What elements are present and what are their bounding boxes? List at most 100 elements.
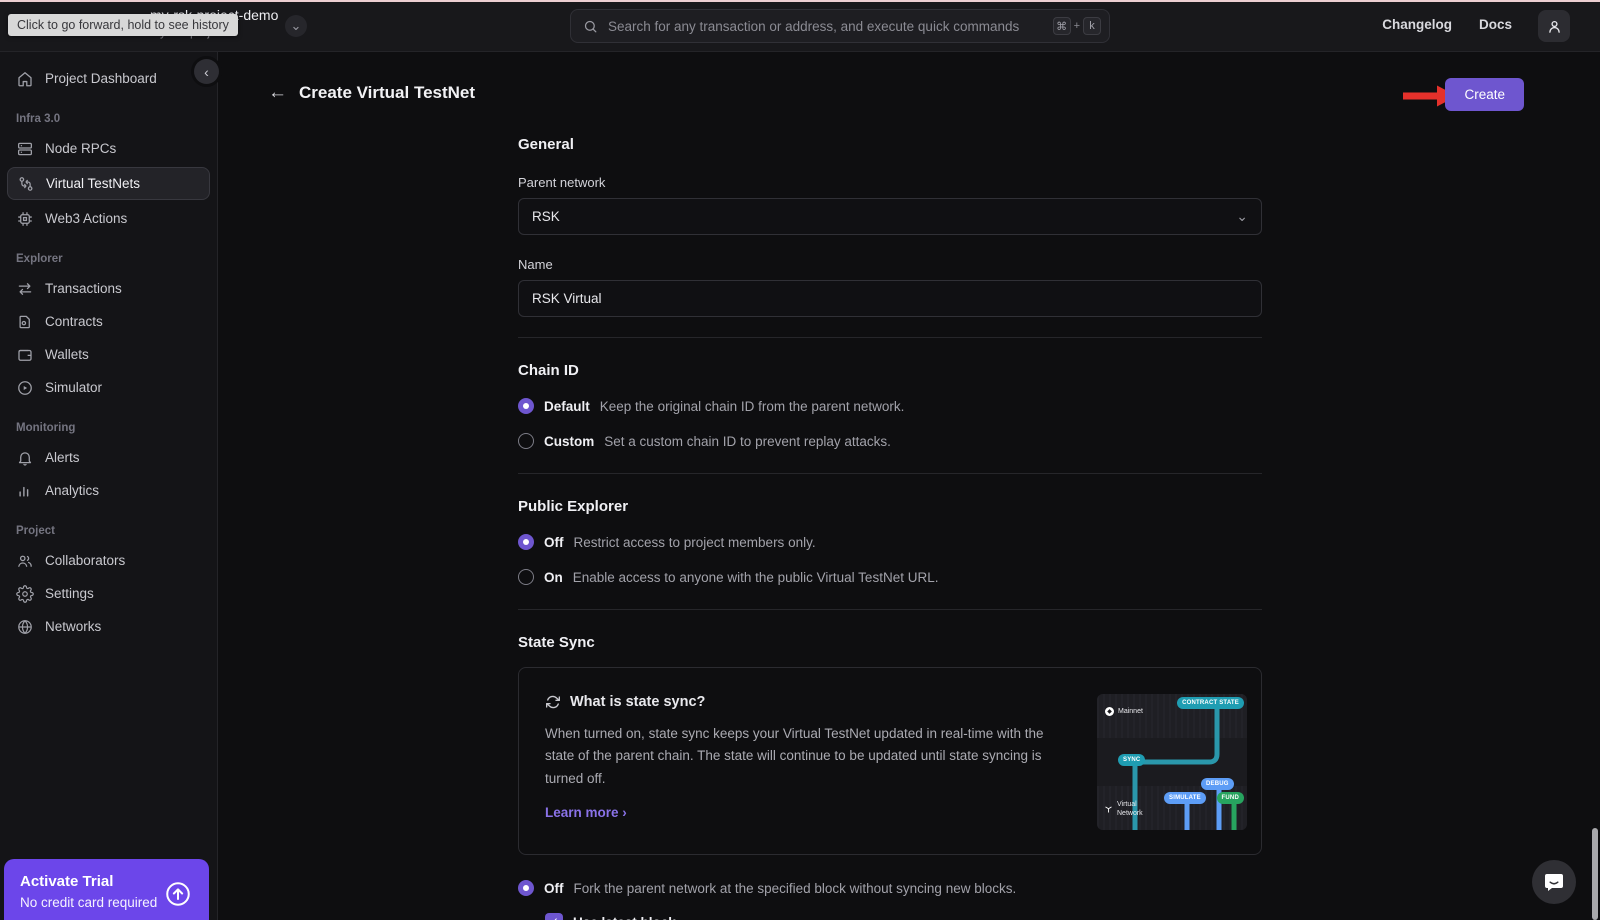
- sidebar-item-networks[interactable]: Networks: [0, 610, 217, 643]
- arrow-up-circle-icon: [163, 879, 193, 914]
- sidebar-section-label: Project: [0, 525, 217, 537]
- plus-sign: +: [1074, 20, 1080, 32]
- changelog-link[interactable]: Changelog: [1382, 17, 1452, 32]
- sidebar-item-label: Collaborators: [45, 553, 125, 568]
- chain-id-heading: Chain ID: [518, 362, 1262, 379]
- option-label: Off: [544, 535, 564, 550]
- state-sync-info-card: What is state sync? When turned on, stat…: [518, 667, 1262, 855]
- radio-selected-icon[interactable]: [518, 398, 534, 414]
- gear-icon: [16, 585, 34, 603]
- page-title: Create Virtual TestNet: [299, 83, 475, 103]
- virtual-testnets-icon: [17, 175, 35, 193]
- divider: [518, 473, 1262, 474]
- option-desc: Enable access to anyone with the public …: [573, 570, 939, 585]
- chain-id-custom-option[interactable]: Custom Set a custom chain ID to prevent …: [518, 433, 1262, 449]
- globe-icon: [16, 618, 34, 636]
- sidebar-item-label: Contracts: [45, 314, 103, 329]
- sidebar-item-simulator[interactable]: Simulator: [0, 371, 217, 404]
- sidebar-item-web3-actions[interactable]: Web3 Actions: [0, 202, 217, 235]
- top-bar: my-rsk-project-demo my-rsk-project ⌄ ⌘ +…: [0, 0, 1600, 52]
- history-tooltip: Click to go forward, hold to see history: [8, 14, 238, 36]
- mainnet-node: ◆ Mainnet: [1105, 707, 1143, 716]
- person-icon: [1546, 18, 1563, 35]
- virtual-network-label-1: Virtual: [1117, 801, 1137, 808]
- transactions-icon: [16, 280, 34, 298]
- learn-more-label: Learn more: [545, 805, 619, 820]
- name-input[interactable]: [518, 280, 1262, 317]
- sidebar-item-virtual-testnets[interactable]: Virtual TestNets: [7, 167, 210, 200]
- mainnet-icon: ◆: [1105, 707, 1114, 716]
- search-shortcut: ⌘ + k: [1053, 17, 1101, 35]
- k-key-icon: k: [1083, 17, 1101, 35]
- debug-badge: DEBUG: [1201, 778, 1234, 790]
- sidebar: ‹ Project Dashboard Infra 3.0 Node RPCs …: [0, 52, 218, 920]
- chat-bubble-icon: [1542, 870, 1566, 894]
- checkbox-label: Use latest block: [573, 915, 676, 920]
- sidebar-collapse-button[interactable]: ‹: [194, 59, 219, 84]
- public-explorer-heading: Public Explorer: [518, 498, 1262, 515]
- search-icon: [583, 19, 598, 34]
- sidebar-item-label: Simulator: [45, 380, 102, 395]
- state-sync-illustration: ◆ Mainnet CONTRACT STATE SYNC DEBUG SIMU…: [1097, 694, 1247, 830]
- main-content: ← Create Virtual TestNet Create General …: [218, 52, 1600, 920]
- virtual-network-icon: [1104, 805, 1113, 814]
- app-window: my-rsk-project-demo my-rsk-project ⌄ ⌘ +…: [0, 0, 1600, 920]
- learn-more-link[interactable]: Learn more ›: [545, 805, 1071, 820]
- virtual-network-label-2: Network: [1117, 810, 1143, 817]
- option-label: Off: [544, 881, 564, 896]
- chain-id-default-option[interactable]: Default Keep the original chain ID from …: [518, 398, 1262, 414]
- option-label: Custom: [544, 434, 594, 449]
- radio-unselected-icon[interactable]: [518, 569, 534, 585]
- vertical-scrollbar[interactable]: [1592, 828, 1598, 920]
- public-explorer-off-option[interactable]: Off Restrict access to project members o…: [518, 534, 1262, 550]
- sidebar-item-label: Virtual TestNets: [46, 176, 140, 191]
- sidebar-item-label: Web3 Actions: [45, 211, 127, 226]
- docs-link[interactable]: Docs: [1479, 17, 1512, 32]
- users-icon: [16, 552, 34, 570]
- activate-trial-banner[interactable]: Activate Trial No credit card required: [4, 859, 209, 920]
- create-testnet-form: General Parent network RSK ⌄ Name Chain …: [518, 52, 1262, 920]
- sidebar-item-label: Transactions: [45, 281, 122, 296]
- sidebar-item-project-dashboard[interactable]: Project Dashboard: [0, 62, 217, 95]
- server-icon: [16, 140, 34, 158]
- chat-widget-button[interactable]: [1532, 860, 1576, 904]
- back-arrow-button[interactable]: ←: [268, 82, 287, 104]
- project-chevron-down-icon[interactable]: ⌄: [285, 15, 307, 37]
- chevron-down-icon: ⌄: [1236, 208, 1248, 225]
- account-button[interactable]: [1538, 10, 1570, 42]
- sidebar-section-label: Monitoring: [0, 422, 217, 434]
- sidebar-item-label: Alerts: [45, 450, 80, 465]
- create-button[interactable]: Create: [1445, 78, 1524, 111]
- global-search[interactable]: ⌘ + k: [570, 9, 1110, 43]
- sidebar-item-node-rpcs[interactable]: Node RPCs: [0, 132, 217, 165]
- state-sync-off-option[interactable]: Off Fork the parent network at the speci…: [518, 880, 1262, 896]
- sidebar-item-transactions[interactable]: Transactions: [0, 272, 217, 305]
- public-explorer-on-option[interactable]: On Enable access to anyone with the publ…: [518, 569, 1262, 585]
- contract-state-badge: CONTRACT STATE: [1177, 697, 1244, 709]
- sidebar-item-settings[interactable]: Settings: [0, 577, 217, 610]
- sidebar-item-analytics[interactable]: Analytics: [0, 474, 217, 507]
- option-label: Default: [544, 399, 590, 414]
- search-input[interactable]: [608, 19, 1053, 34]
- radio-unselected-icon[interactable]: [518, 433, 534, 449]
- parent-network-select[interactable]: RSK ⌄: [518, 198, 1262, 235]
- sidebar-item-collaborators[interactable]: Collaborators: [0, 544, 217, 577]
- option-desc: Fork the parent network at the specified…: [574, 881, 1017, 896]
- radio-selected-icon[interactable]: [518, 534, 534, 550]
- use-latest-block-option[interactable]: ✓ Use latest block: [545, 913, 1262, 920]
- sidebar-item-label: Analytics: [45, 483, 99, 498]
- bar-chart-icon: [16, 482, 34, 500]
- sync-info-body: When turned on, state sync keeps your Vi…: [545, 723, 1071, 790]
- radio-selected-icon[interactable]: [518, 880, 534, 896]
- chevron-right-icon: ›: [622, 805, 627, 820]
- option-desc: Restrict access to project members only.: [574, 535, 816, 550]
- option-label: On: [544, 570, 563, 585]
- sidebar-item-wallets[interactable]: Wallets: [0, 338, 217, 371]
- state-sync-heading: State Sync: [518, 634, 1262, 651]
- option-desc: Keep the original chain ID from the pare…: [600, 399, 905, 414]
- sidebar-item-contracts[interactable]: Contracts: [0, 305, 217, 338]
- option-desc: Set a custom chain ID to prevent replay …: [604, 434, 891, 449]
- sidebar-item-alerts[interactable]: Alerts: [0, 441, 217, 474]
- sidebar-item-label: Node RPCs: [45, 141, 116, 156]
- checkbox-checked-icon[interactable]: ✓: [545, 913, 563, 920]
